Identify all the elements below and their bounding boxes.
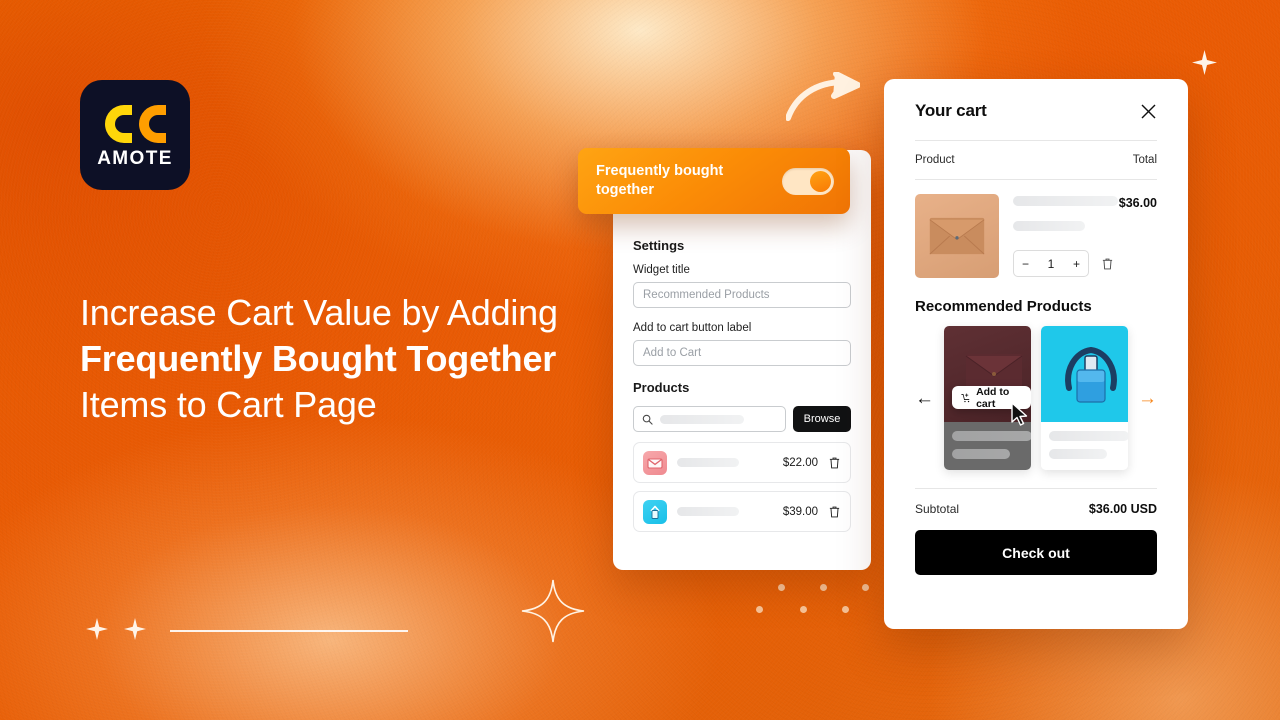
quantity-increase-button[interactable]: + (1073, 257, 1080, 271)
recommended-product-info (944, 422, 1031, 470)
search-icon (642, 414, 653, 425)
recommended-carousel: ← Add to cart → (915, 326, 1157, 470)
column-product: Product (915, 154, 955, 166)
brand-wordmark: AMOTE (97, 147, 173, 169)
carousel-next-button[interactable]: → (1138, 389, 1157, 408)
quantity-decrease-button[interactable]: − (1022, 257, 1029, 271)
add-to-cart-label-label: Add to cart button label (633, 322, 752, 334)
double-quote-icon (104, 104, 166, 143)
trash-icon[interactable] (1101, 257, 1114, 271)
toggle-knob (810, 170, 831, 192)
envelope-icon (643, 450, 667, 475)
curved-arrow-icon (786, 72, 860, 121)
cart-title: Your cart (915, 101, 987, 120)
cart-item-name-placeholder (1013, 196, 1118, 206)
recommended-products-title: Recommended Products (915, 298, 1092, 315)
headline-line-1: Increase Cart Value by Adding (80, 292, 558, 333)
widget-title-placeholder: Recommended Products (643, 289, 770, 301)
recommended-product-info (1041, 422, 1128, 470)
product-price: $22.00 (782, 456, 818, 469)
subtotal-label: Subtotal (915, 502, 960, 516)
search-value-placeholder (660, 414, 744, 424)
column-total: Total (1132, 154, 1157, 166)
product-name-placeholder (677, 507, 739, 516)
recommended-product-card[interactable] (1041, 326, 1128, 470)
decorative-dot-grid (752, 580, 869, 620)
cart-column-headers: Product Total (915, 154, 1157, 166)
quantity-stepper[interactable]: − 1 + (1013, 250, 1089, 277)
frequently-bought-together-card: Frequently bought together (578, 148, 850, 214)
quantity-value: 1 (1047, 256, 1055, 271)
product-list-item[interactable]: $39.00 (633, 491, 851, 532)
divider (915, 140, 1157, 141)
cart-panel: Your cart Product Total $36.00 − 1 + Rec… (884, 79, 1188, 629)
products-section-title: Products (633, 380, 690, 395)
product-search-input[interactable] (633, 406, 786, 432)
browse-button[interactable]: Browse (793, 406, 851, 432)
headline-line-2: Frequently Bought Together (80, 338, 557, 379)
trash-icon[interactable] (828, 505, 841, 519)
recommended-product-card[interactable]: Add to cart (944, 326, 1031, 470)
mouse-cursor-icon (1011, 402, 1028, 426)
cyan-bag-image (1041, 326, 1128, 422)
trash-icon[interactable] (828, 456, 841, 470)
app-logo: AMOTE (80, 80, 190, 190)
checkout-button[interactable]: Check out (915, 530, 1157, 575)
subtotal-row: Subtotal $36.00 USD (915, 502, 1157, 516)
add-to-cart-label-placeholder: Add to Cart (643, 347, 702, 359)
widget-title-label: Widget title (633, 264, 690, 276)
add-to-cart-label-input[interactable]: Add to Cart (633, 340, 851, 366)
close-icon[interactable] (1140, 103, 1157, 120)
settings-section-title: Settings (633, 238, 685, 253)
product-name-placeholder (677, 458, 739, 467)
cart-item-price: $36.00 (1118, 196, 1157, 210)
envelope-icon (915, 194, 999, 278)
page-title: Increase Cart Value by Adding Frequently… (80, 290, 640, 428)
headline-line-3: Items to Cart Page (80, 384, 377, 425)
carousel-prev-button[interactable]: ← (915, 389, 934, 408)
cart-header: Your cart (915, 101, 1157, 121)
decorative-line (170, 630, 408, 632)
cart-line-item: $36.00 − 1 + (915, 180, 1157, 278)
cart-item-variant-placeholder (1013, 221, 1085, 231)
product-list-item[interactable]: $22.00 (633, 442, 851, 483)
cart-plus-icon (961, 392, 970, 402)
subtotal-value: $36.00 USD (1088, 502, 1157, 516)
product-price: $39.00 (782, 505, 818, 518)
divider (915, 488, 1157, 489)
sparkle-outline-icon (521, 579, 585, 643)
fbt-toggle[interactable] (782, 167, 834, 195)
fbt-card-label: Frequently bought together (596, 163, 724, 198)
product-search-row: Browse (633, 406, 851, 432)
bag-icon (643, 499, 667, 524)
widget-title-input[interactable]: Recommended Products (633, 282, 851, 308)
